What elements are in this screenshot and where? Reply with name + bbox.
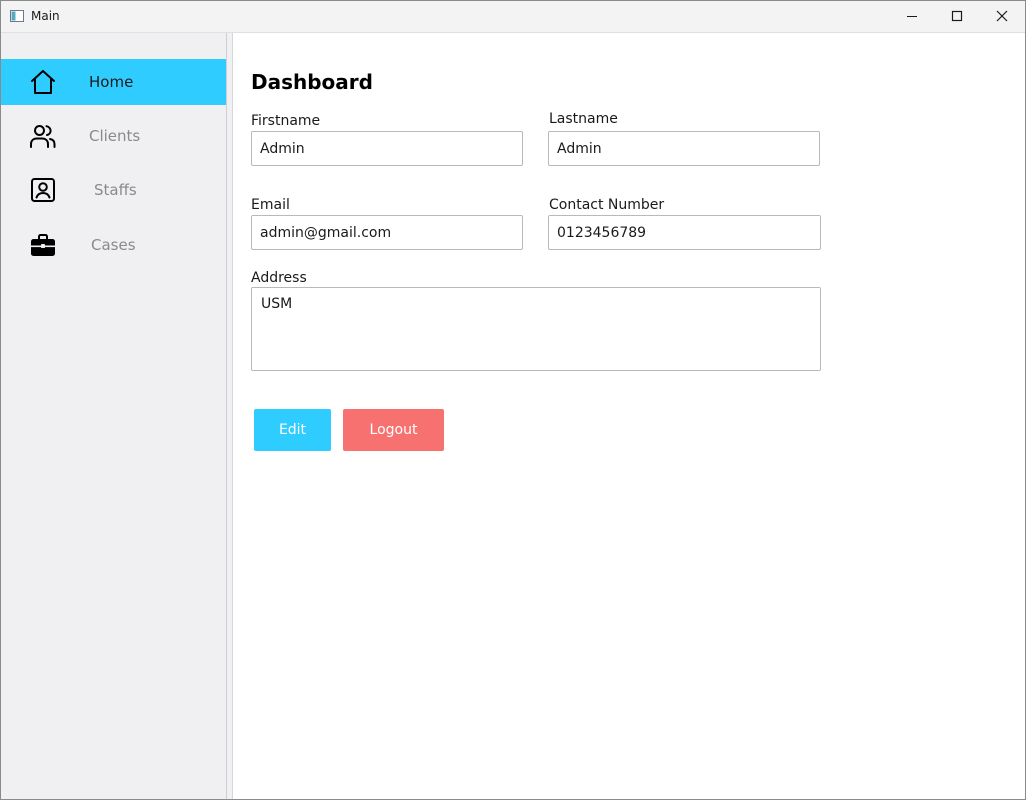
maximize-button[interactable]	[934, 1, 980, 32]
sidebar-item-label: Staffs	[94, 181, 137, 199]
sidebar-item-label: Home	[89, 73, 134, 91]
sidebar: Home Clients Staffs Cases	[1, 33, 226, 799]
title-bar[interactable]: Main	[1, 1, 1025, 33]
address-label: Address	[251, 270, 307, 286]
address-field[interactable]: USM	[251, 287, 821, 371]
sidebar-item-label: Clients	[89, 127, 141, 145]
close-button[interactable]	[979, 1, 1025, 32]
lastname-label: Lastname	[549, 111, 618, 127]
app-window: Main Home Clients Staffs Cases Dashboard…	[0, 0, 1026, 800]
minimize-icon	[907, 16, 917, 17]
lastname-field[interactable]	[548, 131, 820, 166]
minimize-button[interactable]	[889, 1, 935, 32]
main-panel: Dashboard Firstname Lastname Email Conta…	[233, 33, 1025, 799]
app-icon	[10, 10, 24, 22]
sidebar-item-staffs[interactable]: Staffs	[1, 167, 226, 213]
users-icon	[30, 125, 56, 148]
contact-card-icon	[31, 178, 55, 202]
split-divider[interactable]	[226, 33, 233, 799]
maximize-icon	[951, 10, 963, 22]
contact-number-field[interactable]	[548, 215, 821, 250]
sidebar-item-clients[interactable]: Clients	[1, 113, 226, 159]
edit-button[interactable]: Edit	[254, 409, 331, 451]
briefcase-icon	[31, 234, 55, 256]
home-icon	[31, 70, 55, 94]
firstname-field[interactable]	[251, 131, 523, 166]
logout-button[interactable]: Logout	[343, 409, 444, 451]
sidebar-item-home[interactable]: Home	[1, 59, 226, 105]
sidebar-item-cases[interactable]: Cases	[1, 222, 226, 268]
page-title: Dashboard	[251, 70, 373, 94]
close-icon	[996, 10, 1008, 22]
email-label: Email	[251, 197, 290, 213]
window-title: Main	[31, 9, 60, 23]
sidebar-item-label: Cases	[91, 236, 136, 254]
email-field[interactable]	[251, 215, 523, 250]
contact-number-label: Contact Number	[549, 197, 665, 213]
firstname-label: Firstname	[251, 113, 321, 129]
